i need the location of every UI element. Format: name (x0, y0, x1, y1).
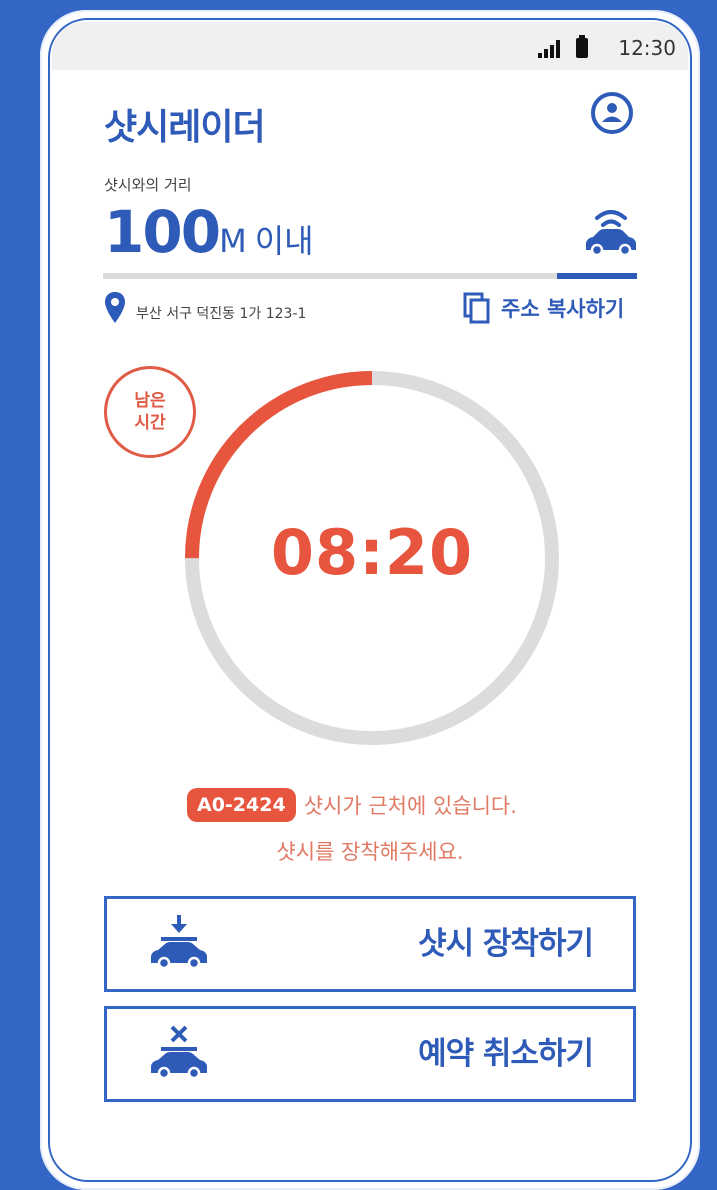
car-signal-icon (586, 210, 636, 257)
distance-suffix: 이내 (254, 222, 314, 260)
attach-sash-button[interactable]: 샷시 장착하기 (104, 896, 636, 992)
notice-line1: A0-2424 샷시가 근처에 있습니다. (187, 788, 517, 822)
notice-line2: 샷시를 장착해주세요. (276, 840, 464, 864)
location-pin-icon (105, 292, 125, 323)
cancel-reservation-button[interactable]: 예약 취소하기 (104, 1006, 636, 1102)
distance-progress-fill (556, 273, 637, 279)
app-title: 샷시레이더 (104, 107, 266, 148)
badge-line2: 시간 (134, 413, 166, 433)
notice-text1: 샷시가 근처에 있습니다. (303, 794, 517, 818)
cancel-reservation-label: 예약 취소하기 (418, 1036, 594, 1072)
user-circle-icon[interactable] (590, 91, 634, 135)
plate-number-badge: A0-2424 (187, 788, 296, 822)
signal-icon (538, 40, 560, 58)
copy-address-label: 주소 복사하기 (501, 297, 625, 321)
address-text: 부산 서구 덕진동 1가 123-1 (136, 306, 307, 322)
badge-line1: 남은 (134, 391, 166, 411)
car-attach-icon (151, 915, 207, 970)
phone-frame: 12:30 샷시레이더 샷시와의 거리 100M 이내 부산 서구 덕진동 1가 … (40, 10, 700, 1190)
countdown-time: 08:20 (270, 516, 474, 589)
distance-unit: M (219, 222, 247, 260)
distance-value: 100M 이내 (104, 198, 314, 266)
attach-sash-label: 샷시 장착하기 (418, 926, 594, 962)
status-bar: 12:30 (52, 22, 688, 70)
copy-icon (463, 292, 490, 324)
copy-address-button[interactable]: 주소 복사하기 (463, 291, 624, 325)
status-time: 12:30 (618, 36, 676, 60)
car-cancel-icon (151, 1025, 207, 1080)
distance-number: 100 (104, 198, 221, 266)
battery-icon (576, 35, 588, 58)
distance-label: 샷시와의 거리 (104, 176, 192, 194)
distance-progress-bar (103, 273, 637, 279)
